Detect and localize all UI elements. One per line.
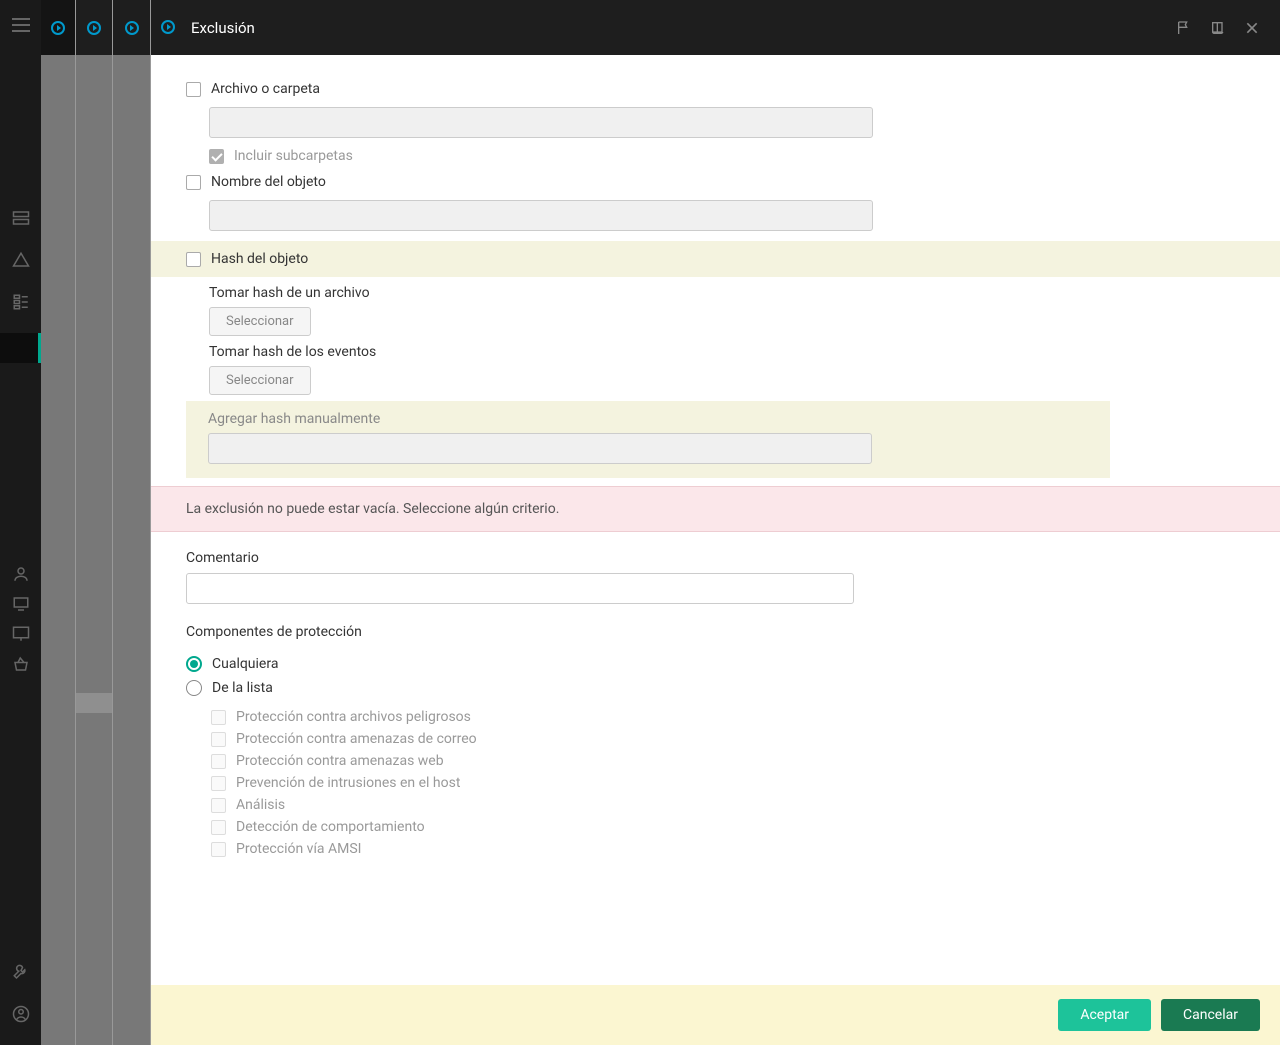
protection-item-label: Análisis bbox=[236, 797, 285, 813]
object-name-row: Nombre del objeto bbox=[151, 170, 1280, 194]
protection-any-label: Cualquiera bbox=[212, 656, 278, 672]
play-icon[interactable] bbox=[87, 21, 101, 35]
object-name-label: Nombre del objeto bbox=[211, 174, 326, 190]
basket-icon[interactable] bbox=[12, 655, 30, 673]
book-icon[interactable] bbox=[1210, 20, 1226, 36]
panel-body: Archivo o carpeta Incluir subcarpetas No… bbox=[151, 55, 1280, 1045]
devices-icon[interactable] bbox=[12, 595, 30, 613]
protection-components-list: Protección contra archivos peligrosos Pr… bbox=[186, 700, 1245, 860]
protection-any-row[interactable]: Cualquiera bbox=[186, 652, 1245, 676]
comment-label: Comentario bbox=[186, 550, 1245, 566]
error-message: La exclusión no puede estar vacía. Selec… bbox=[151, 486, 1280, 532]
comment-input[interactable] bbox=[186, 573, 854, 604]
play-icon bbox=[161, 20, 177, 36]
protection-item-checkbox bbox=[211, 798, 226, 813]
file-or-folder-input[interactable] bbox=[209, 107, 873, 138]
monitor-icon[interactable] bbox=[12, 625, 30, 643]
file-or-folder-label: Archivo o carpeta bbox=[211, 81, 320, 97]
protection-item-checkbox bbox=[211, 842, 226, 857]
hash-from-events-label: Tomar hash de los eventos bbox=[151, 336, 1280, 366]
hash-from-file-label: Tomar hash de un archivo bbox=[151, 277, 1280, 307]
file-or-folder-checkbox[interactable] bbox=[186, 82, 201, 97]
protection-item-checkbox bbox=[211, 732, 226, 747]
cancel-button[interactable]: Cancelar bbox=[1161, 999, 1260, 1031]
panel-header: Exclusión bbox=[151, 0, 1280, 55]
hash-manual-input[interactable] bbox=[208, 433, 872, 464]
protection-title: Componentes de protección bbox=[186, 624, 1245, 640]
protection-item-checkbox bbox=[211, 754, 226, 769]
protection-item-label: Detección de comportamiento bbox=[236, 819, 425, 835]
protection-list-label: De la lista bbox=[212, 680, 273, 696]
close-icon[interactable] bbox=[1244, 20, 1260, 36]
flag-icon[interactable] bbox=[1176, 20, 1192, 36]
stacked-panels bbox=[41, 0, 151, 1045]
include-subfolders-row: Incluir subcarpetas bbox=[151, 148, 1280, 170]
protection-list-radio[interactable] bbox=[186, 680, 202, 696]
protection-item-checkbox bbox=[211, 820, 226, 835]
object-hash-checkbox[interactable] bbox=[186, 252, 201, 267]
menu-icon[interactable] bbox=[12, 18, 30, 32]
alert-icon[interactable] bbox=[12, 251, 30, 269]
protection-item-label: Protección contra amenazas de correo bbox=[236, 731, 477, 747]
protection-any-radio[interactable] bbox=[186, 656, 202, 672]
protection-item-label: Prevención de intrusiones en el host bbox=[236, 775, 460, 791]
protection-item-label: Protección contra archivos peligrosos bbox=[236, 709, 471, 725]
hash-from-file-button[interactable]: Seleccionar bbox=[209, 307, 311, 336]
hash-manual-label: Agregar hash manualmente bbox=[208, 411, 1088, 433]
include-subfolders-label: Incluir subcarpetas bbox=[234, 148, 353, 164]
include-subfolders-checkbox[interactable] bbox=[209, 149, 224, 164]
hash-from-events-button[interactable]: Seleccionar bbox=[209, 366, 311, 395]
object-name-input[interactable] bbox=[209, 200, 873, 231]
wrench-icon[interactable] bbox=[12, 963, 30, 981]
protection-item-label: Protección vía AMSI bbox=[236, 841, 362, 857]
policies-icon[interactable] bbox=[12, 293, 30, 311]
object-hash-label: Hash del objeto bbox=[211, 251, 308, 267]
protection-list-row[interactable]: De la lista bbox=[186, 676, 1245, 700]
account-icon[interactable] bbox=[12, 1005, 30, 1023]
servers-icon[interactable] bbox=[12, 209, 30, 227]
object-name-checkbox[interactable] bbox=[186, 175, 201, 190]
play-icon[interactable] bbox=[125, 21, 139, 35]
file-or-folder-row: Archivo o carpeta bbox=[151, 77, 1280, 101]
protection-item-checkbox bbox=[211, 776, 226, 791]
sidebar-active-indicator bbox=[0, 333, 41, 363]
object-hash-row: Hash del objeto bbox=[151, 247, 1280, 271]
protection-item-checkbox bbox=[211, 710, 226, 725]
play-icon[interactable] bbox=[51, 21, 65, 35]
app-sidebar bbox=[0, 0, 41, 1045]
users-icon[interactable] bbox=[12, 565, 30, 583]
accept-button[interactable]: Aceptar bbox=[1058, 999, 1151, 1031]
protection-item-label: Protección contra amenazas web bbox=[236, 753, 444, 769]
panel-footer: Aceptar Cancelar bbox=[151, 985, 1280, 1045]
panel-title: Exclusión bbox=[191, 19, 255, 37]
